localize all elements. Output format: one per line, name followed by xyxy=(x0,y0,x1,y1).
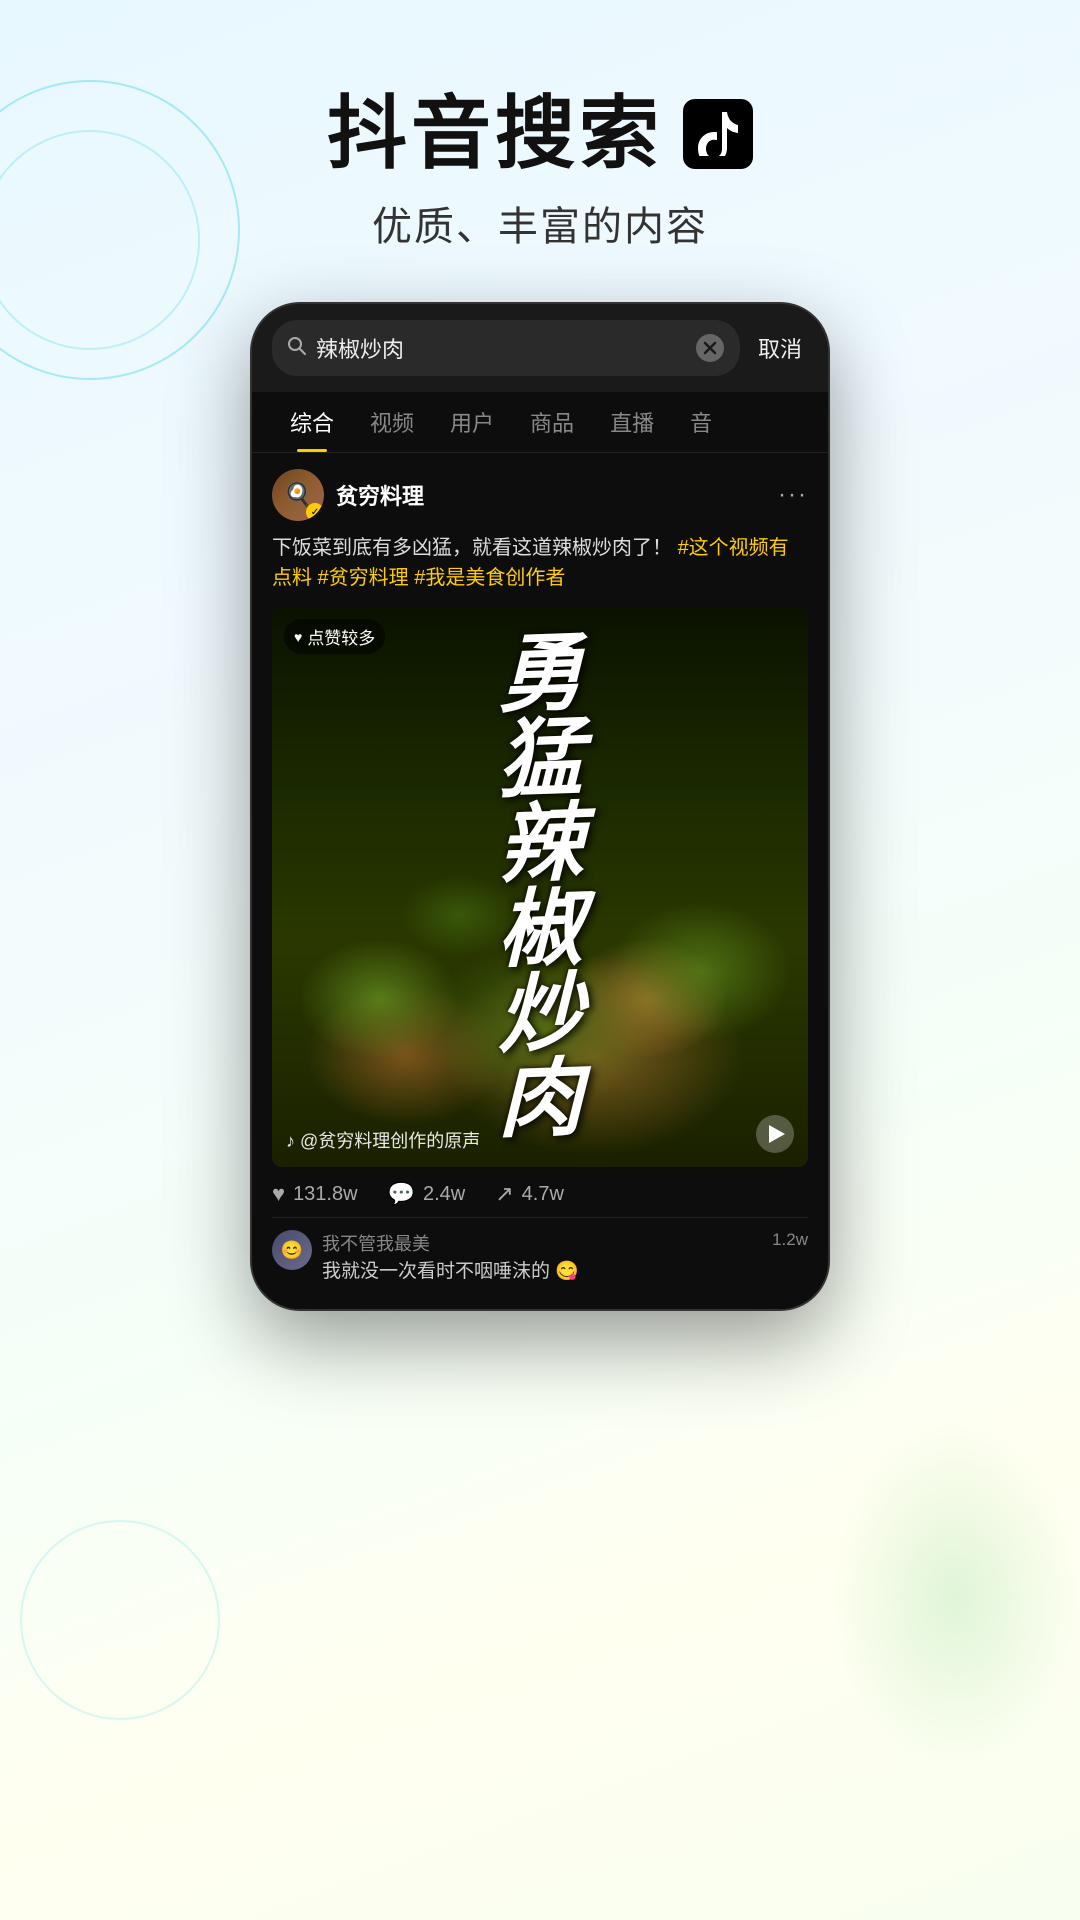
stat-comments[interactable]: 💬 2.4w xyxy=(388,1181,466,1207)
watermark-text: ♪ @贫穷料理创作的原声 xyxy=(286,1131,480,1151)
phone-container: 辣椒炒肉 取消 综合 视频 用户 商品 xyxy=(0,292,1080,1311)
play-triangle-icon xyxy=(769,1125,785,1143)
shares-count: 4.7w xyxy=(522,1183,564,1206)
more-options-icon[interactable]: ··· xyxy=(778,481,808,509)
search-results-area: 🍳 ✓ 贫穷料理 ··· 下饭菜到底有多凶猛，就看这道辣椒炒肉了！ #这个视频有… xyxy=(252,453,828,1309)
phone-mockup: 辣椒炒肉 取消 综合 视频 用户 商品 xyxy=(250,302,830,1311)
tab-live[interactable]: 直播 xyxy=(592,392,672,452)
likes-count: 131.8w xyxy=(293,1183,358,1206)
post-main-text: 下饭菜到底有多凶猛，就看这道辣椒炒肉了！ xyxy=(272,537,672,559)
search-icon xyxy=(288,337,306,360)
comments-count: 2.4w xyxy=(423,1183,465,1206)
post-author-row: 🍳 ✓ 贫穷料理 ··· xyxy=(272,469,808,521)
tab-video[interactable]: 视频 xyxy=(352,392,432,452)
bg-decoration-circle-3 xyxy=(20,1520,220,1720)
search-input-area[interactable]: 辣椒炒肉 xyxy=(272,320,740,376)
tab-comprehensive[interactable]: 综合 xyxy=(272,392,352,452)
video-thumbnail[interactable]: 勇猛辣椒炒肉 ♥ 点赞较多 ♪ @贫穷料理创作的原声 xyxy=(272,607,808,1167)
tiktok-watermark: ♪ @贫穷料理创作的原声 xyxy=(286,1127,480,1153)
clear-search-button[interactable] xyxy=(696,334,724,362)
tiktok-logo-icon xyxy=(683,99,753,169)
likes-badge-text: 点赞较多 xyxy=(307,624,375,649)
play-button[interactable] xyxy=(756,1115,794,1153)
comment-content: 我不管我最美 我就没一次看时不咽唾沫的 😋 xyxy=(322,1230,762,1283)
likes-badge: ♥ 点赞较多 xyxy=(284,619,385,654)
stat-likes[interactable]: ♥ 131.8w xyxy=(272,1181,358,1207)
tab-user[interactable]: 用户 xyxy=(432,392,512,452)
heart-icon: ♥ xyxy=(294,629,302,645)
video-big-title: 勇猛辣椒炒肉 xyxy=(498,631,581,1144)
comment-section: 😊 我不管我最美 我就没一次看时不咽唾沫的 😋 1.2w xyxy=(272,1217,808,1283)
search-bar-container: 辣椒炒肉 取消 xyxy=(252,304,828,392)
share-icon: ↗ xyxy=(495,1181,513,1207)
tab-product[interactable]: 商品 xyxy=(512,392,592,452)
author-name-text[interactable]: 贫穷料理 xyxy=(336,479,424,511)
comment-icon: 💬 xyxy=(388,1181,415,1207)
author-info: 🍳 ✓ 贫穷料理 xyxy=(272,469,424,521)
video-text-overlay: 勇猛辣椒炒肉 xyxy=(272,607,808,1167)
commenter-name[interactable]: 我不管我最美 xyxy=(322,1234,430,1254)
post-description: 下饭菜到底有多凶猛，就看这道辣椒炒肉了！ #这个视频有点料 #贫穷料理 #我是美… xyxy=(272,533,808,593)
post-stats-row: ♥ 131.8w 💬 2.4w ↗ 4.7w xyxy=(272,1167,808,1217)
search-query-text: 辣椒炒肉 xyxy=(316,332,686,364)
comment-likes-count: 1.2w xyxy=(772,1230,808,1250)
comment-text: 我就没一次看时不咽唾沫的 😋 xyxy=(322,1261,579,1282)
bg-decoration-blob xyxy=(830,1420,1080,1770)
verified-badge-icon: ✓ xyxy=(306,503,324,521)
stat-shares[interactable]: ↗ 4.7w xyxy=(495,1181,564,1207)
tab-music[interactable]: 音 xyxy=(672,392,730,452)
search-tabs: 综合 视频 用户 商品 直播 音 xyxy=(252,392,828,453)
comment-row: 😊 我不管我最美 我就没一次看时不咽唾沫的 😋 1.2w xyxy=(272,1230,808,1283)
like-icon: ♥ xyxy=(272,1181,285,1207)
video-background: 勇猛辣椒炒肉 xyxy=(272,607,808,1167)
app-title-text: 抖音搜索 xyxy=(327,90,663,178)
cancel-search-button[interactable]: 取消 xyxy=(752,332,808,364)
commenter-avatar: 😊 xyxy=(272,1230,312,1270)
author-avatar[interactable]: 🍳 ✓ xyxy=(272,469,324,521)
